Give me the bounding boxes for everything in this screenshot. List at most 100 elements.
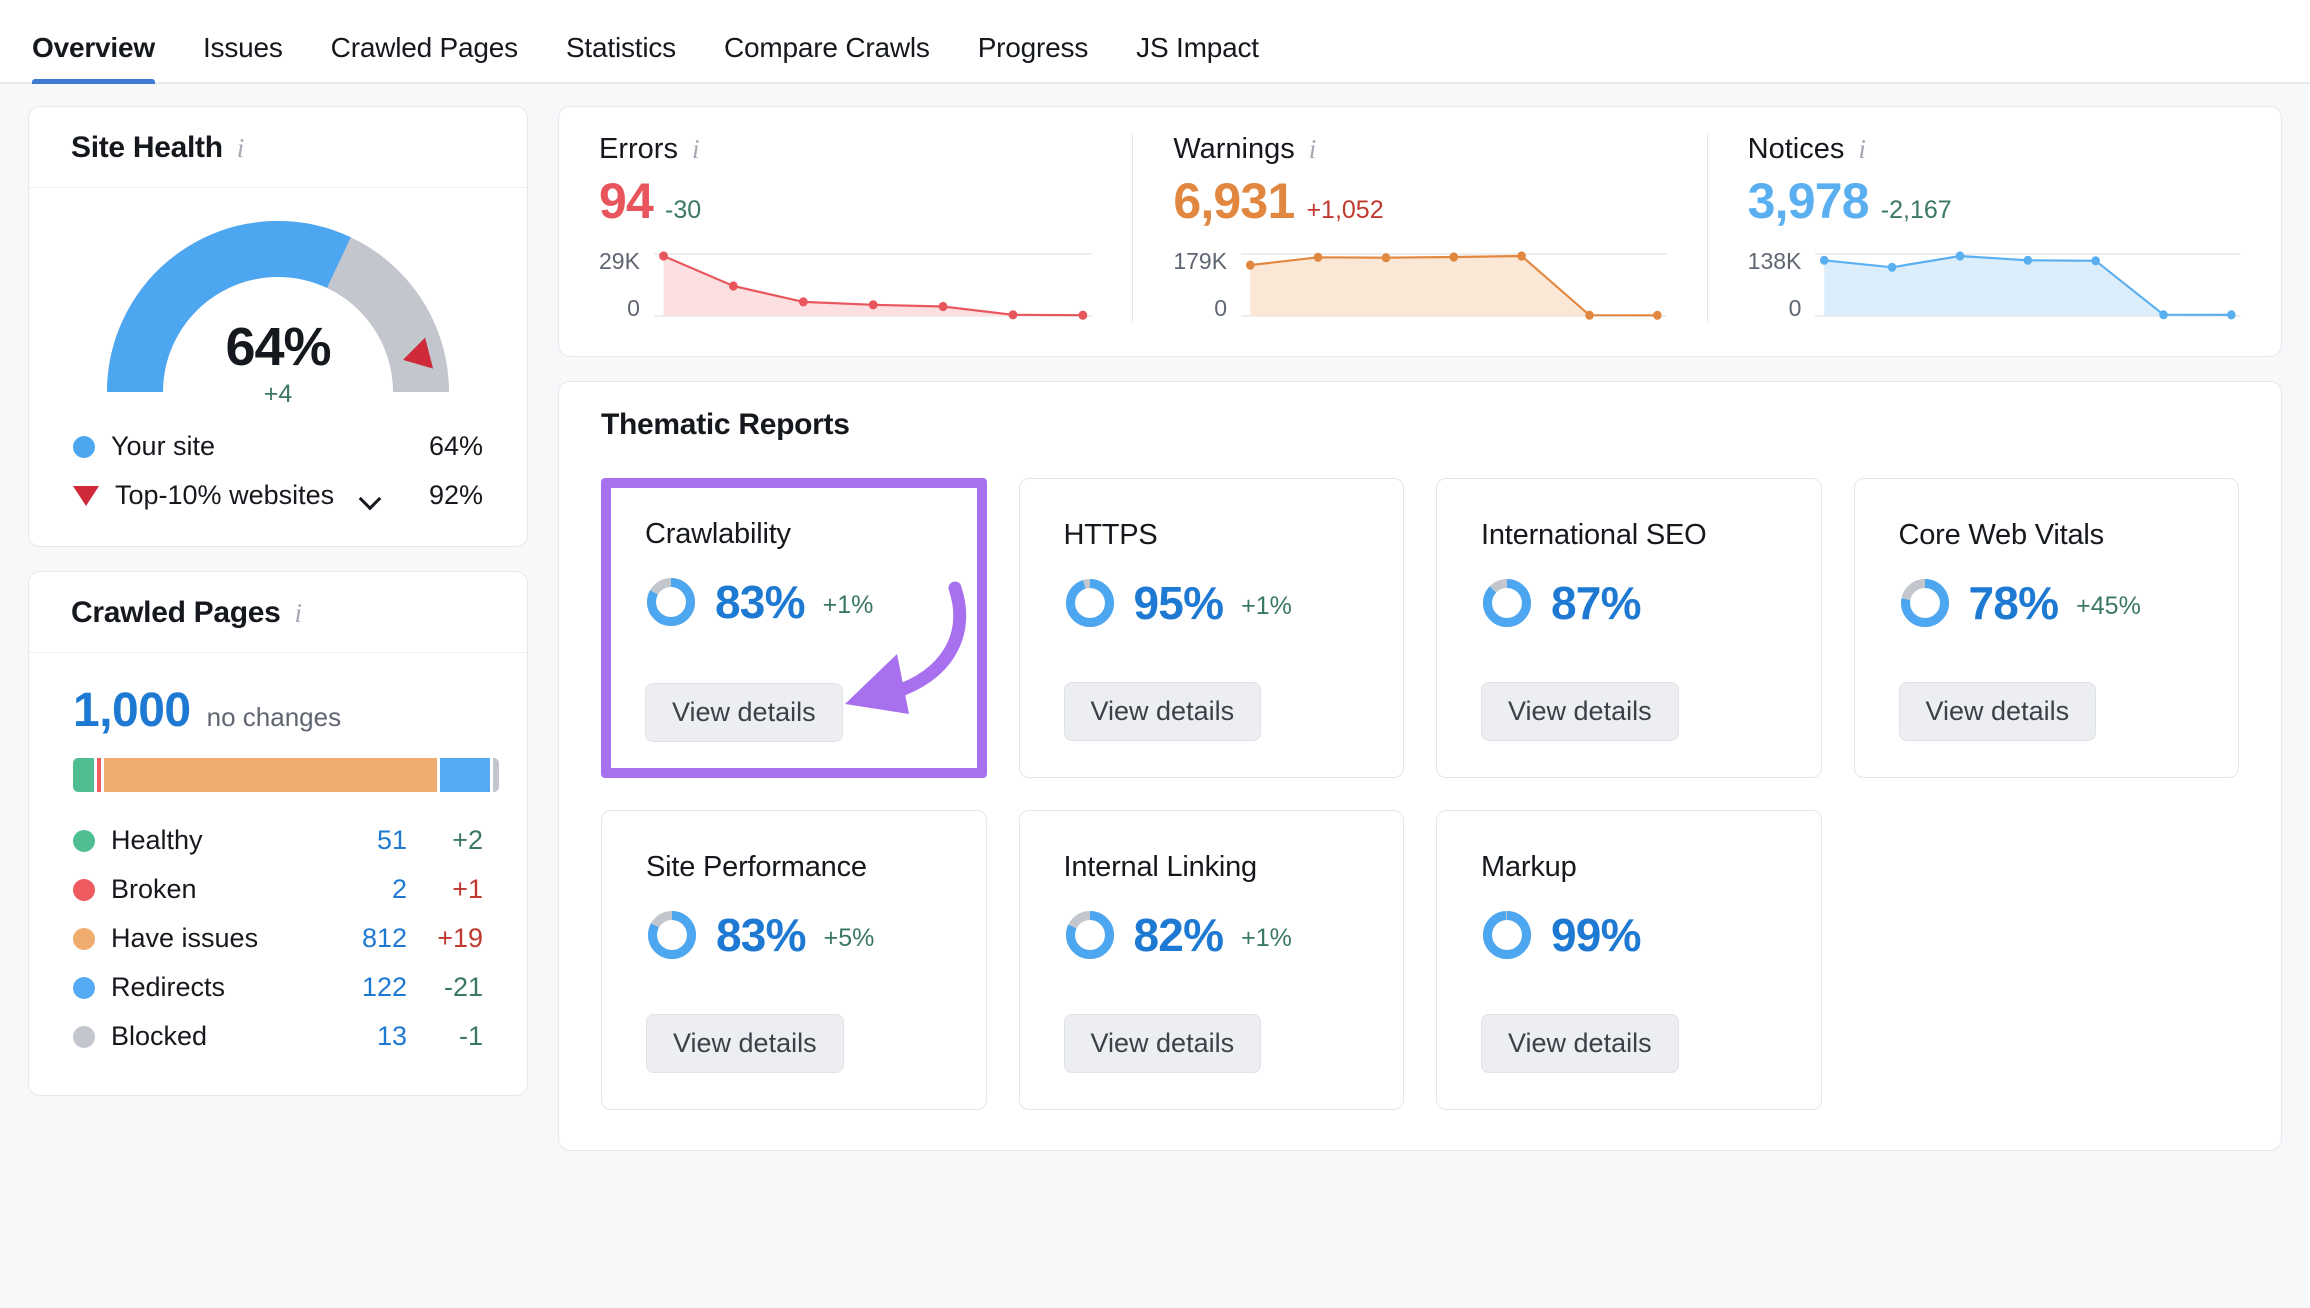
tab-statistics[interactable]: Statistics — [542, 32, 700, 82]
thematic-reports-header: Thematic Reports — [559, 382, 2281, 468]
site-health-card: Site Health i 64% +4 Your site 64% Top-10%… — [28, 106, 528, 547]
metric-sparkline: 29K 0 — [599, 248, 1093, 322]
crawled-pages-legend-row: Broken 2 +1 — [73, 865, 483, 914]
view-details-button[interactable]: View details — [1481, 682, 1679, 741]
sparkline-axis: 179K 0 — [1173, 248, 1241, 322]
metric-value: 3,978 — [1747, 173, 1870, 229]
thematic-card-delta: +5% — [823, 924, 875, 952]
progress-ring-icon — [1483, 579, 1531, 627]
thematic-card-title: International SEO — [1481, 519, 1707, 551]
legend-count: 13 — [376, 1021, 407, 1051]
crawled-pages-stacked-bar — [73, 758, 499, 792]
thematic-reports-grid: Crawlability 83% +1% View details HTTPS 95% +1… — [559, 468, 2281, 1150]
metric-sparkline: 138K 0 — [1748, 248, 2241, 322]
thematic-card-site-performance[interactable]: Site Performance 83% +5% View details — [601, 810, 987, 1110]
view-details-button[interactable]: View details — [1898, 682, 2097, 741]
view-details-button[interactable]: View details — [1481, 1014, 1679, 1073]
dot-icon — [73, 435, 95, 458]
thematic-card-percent: 83% — [716, 909, 806, 961]
legend-delta: +1 — [452, 874, 483, 904]
legend-label-group: Healthy — [73, 825, 311, 856]
info-icon[interactable]: i — [1858, 136, 1866, 163]
info-icon[interactable]: i — [295, 599, 303, 627]
site-health-value-group: 64% +4 — [93, 316, 463, 409]
tab-crawled-pages[interactable]: Crawled Pages — [307, 32, 542, 82]
progress-ring-icon — [1900, 579, 1949, 627]
sparkline-axis: 29K 0 — [599, 248, 654, 322]
issue-metrics-card: Errors i 94 -30 29K 0 Warnings i 6,931 +1,052 179K… — [558, 106, 2282, 357]
crawled-pages-total-row: 1,000 no changes — [73, 683, 483, 738]
thematic-card-score: 95% +1% — [1064, 576, 1360, 630]
metric-value-row: 3,978 -2,167 — [1748, 172, 2241, 230]
left-column: Site Health i 64% +4 Your site 64% Top-10%… — [28, 106, 528, 1096]
tab-compare-crawls[interactable]: Compare Crawls — [700, 32, 954, 82]
legend-count: 51 — [376, 825, 407, 855]
site-health-score: 64% — [225, 317, 331, 377]
metric-name: Notices — [1747, 133, 1845, 165]
crawled-pages-legend-row: Blocked 13 -1 — [73, 1012, 483, 1061]
progress-ring-icon — [1483, 911, 1531, 959]
legend-label: Your site — [111, 431, 216, 461]
crawled-pages-change: no changes — [206, 702, 342, 732]
thematic-card-internal-linking[interactable]: Internal Linking 82% +1% View details — [1018, 810, 1404, 1110]
info-icon[interactable]: i — [1309, 136, 1317, 163]
legend-label: Top-10% websites — [115, 480, 335, 510]
legend-label-group: Top-10% websites — [73, 480, 429, 511]
tab-overview[interactable]: Overview — [28, 32, 179, 84]
sparkline-axis: 138K 0 — [1748, 248, 1816, 322]
legend-delta: -21 — [443, 972, 483, 1002]
site-health-title: Site Health — [71, 131, 223, 164]
thematic-card-delta: +1% — [1241, 592, 1292, 620]
thematic-card-crawlability[interactable]: Crawlability 83% +1% View details — [601, 478, 987, 778]
legend-value: 92% — [428, 480, 483, 510]
dot-icon — [73, 976, 95, 999]
thematic-card-score: 78% +45% — [1899, 576, 2195, 630]
legend-label: Healthy — [111, 825, 203, 855]
thematic-reports-title: Thematic Reports — [601, 408, 850, 441]
legend-count: 812 — [361, 923, 407, 953]
axis-tick-bottom: 0 — [1214, 295, 1228, 321]
right-column: Errors i 94 -30 29K 0 Warnings i 6,931 +1,052 179K… — [558, 106, 2282, 1151]
info-icon[interactable]: i — [237, 134, 245, 162]
thematic-card-score: 87% — [1481, 576, 1777, 630]
legend-label: Redirects — [111, 972, 226, 1002]
metric-header: Notices i — [1748, 133, 2241, 166]
thematic-card-title: Site Performance — [646, 851, 867, 883]
thematic-card-title: Core Web Vitals — [1898, 519, 2105, 551]
metric-header: Errors i — [599, 133, 1092, 166]
legend-label-group: Have issues — [73, 923, 311, 954]
thematic-card-markup[interactable]: Markup 99% View details — [1436, 810, 1822, 1110]
thematic-card-international-seo[interactable]: International SEO 87% View details — [1436, 478, 1822, 778]
thematic-card-core-web-vitals[interactable]: Core Web Vitals 78% +45% View details — [1853, 478, 2239, 778]
view-details-button[interactable]: View details — [1063, 1014, 1262, 1073]
dot-icon — [73, 927, 95, 950]
info-icon[interactable]: i — [692, 136, 700, 163]
legend-value: 64% — [428, 431, 483, 461]
thematic-card-delta: +45% — [2076, 592, 2141, 620]
site-health-legend: Your site 64% Top-10% websites 92% — [29, 412, 527, 520]
axis-tick-top: 138K — [1747, 248, 1802, 274]
view-details-button[interactable]: View details — [646, 1014, 844, 1073]
chevron-down-icon[interactable] — [362, 491, 380, 501]
legend-label-group: Blocked — [73, 1021, 311, 1052]
tab-js-impact[interactable]: JS Impact — [1112, 32, 1283, 82]
site-health-gauge: 64% +4 — [93, 210, 463, 409]
tab-progress[interactable]: Progress — [954, 32, 1112, 82]
legend-label-group: Your site — [73, 431, 429, 462]
thematic-card-delta: +1% — [1241, 924, 1292, 952]
crawled-pages-header: Crawled Pages i — [29, 572, 527, 653]
crawled-pages-legend-row: Have issues 812 +19 — [73, 914, 483, 963]
crawled-pages-total: 1,000 — [73, 684, 191, 737]
thematic-card-percent: 82% — [1133, 909, 1224, 961]
tab-issues[interactable]: Issues — [179, 32, 307, 82]
stacked-bar-segment — [73, 758, 94, 792]
legend-delta: +19 — [437, 923, 483, 953]
thematic-card-score: 99% — [1481, 908, 1777, 962]
view-details-button[interactable]: View details — [1063, 682, 1262, 741]
view-details-button[interactable]: View details — [645, 683, 843, 742]
progress-ring-icon — [1065, 579, 1114, 627]
thematic-card-https[interactable]: HTTPS 95% +1% View details — [1018, 478, 1404, 778]
metric-name: Warnings — [1173, 133, 1295, 165]
metric-value: 6,931 — [1173, 173, 1295, 229]
thematic-card-percent: 83% — [715, 576, 805, 628]
